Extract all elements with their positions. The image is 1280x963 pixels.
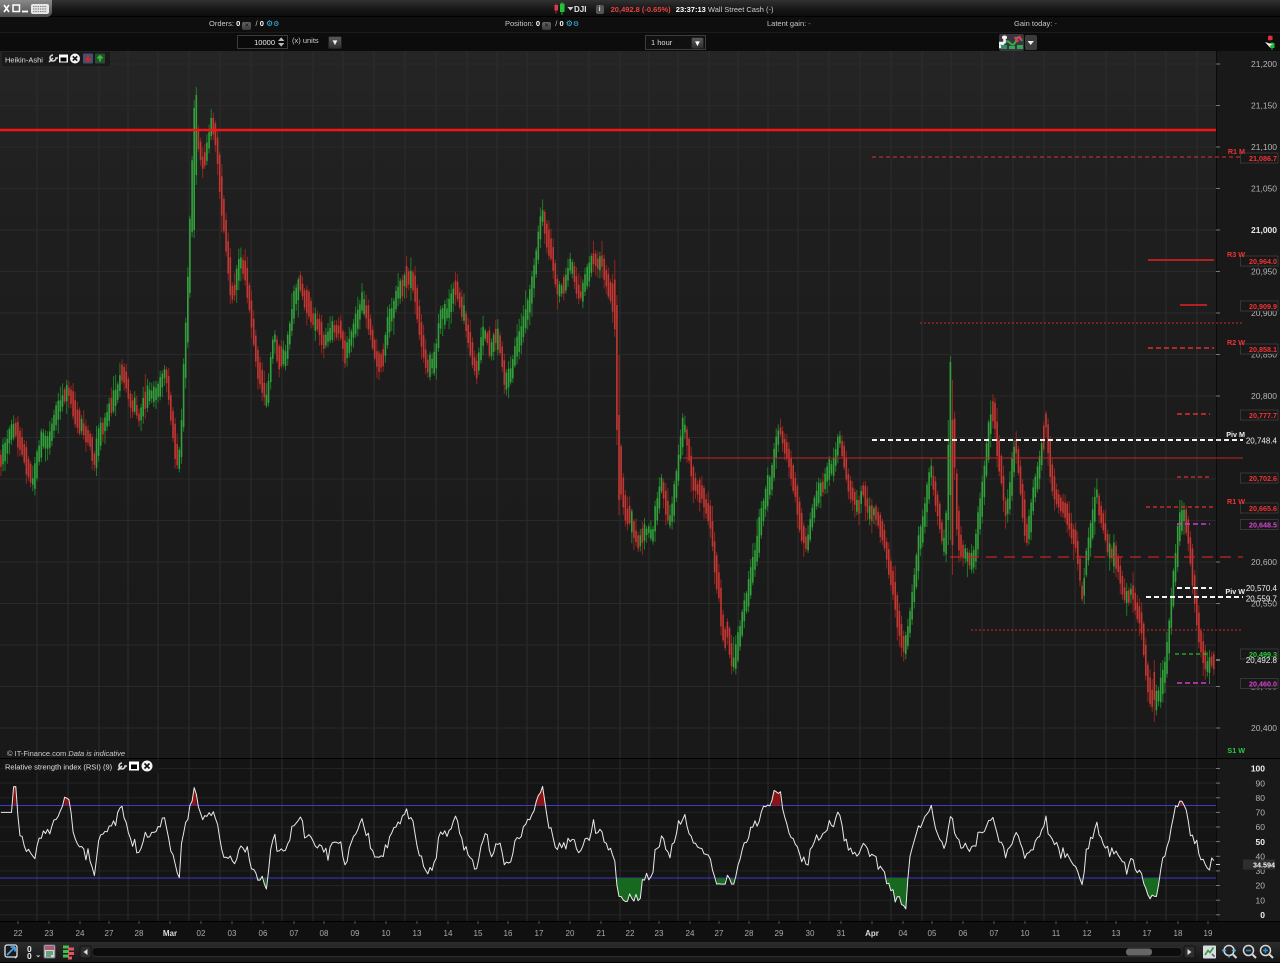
svg-text:30: 30 [806, 929, 815, 938]
svg-text:Apr: Apr [865, 929, 879, 938]
svg-text:20,492.8: 20,492.8 [1246, 656, 1278, 665]
svg-text:10: 10 [382, 929, 391, 938]
svg-text:21,050: 21,050 [1251, 184, 1277, 194]
svg-text:34.594: 34.594 [1253, 861, 1275, 870]
svg-text:21,150: 21,150 [1251, 101, 1277, 111]
svg-text:20,858.1: 20,858.1 [1249, 345, 1277, 354]
svg-text:20: 20 [1256, 881, 1266, 891]
svg-text:R1 M: R1 M [1228, 147, 1245, 156]
svg-text:22: 22 [626, 929, 635, 938]
svg-text:06: 06 [259, 929, 268, 938]
svg-text:21,000: 21,000 [1251, 225, 1277, 235]
svg-text:21: 21 [597, 929, 606, 938]
svg-text:20,559.7: 20,559.7 [1246, 595, 1278, 604]
svg-text:R3 W: R3 W [1227, 250, 1245, 259]
svg-text:17: 17 [1143, 929, 1152, 938]
svg-text:70: 70 [1256, 808, 1266, 818]
svg-text:Piv W: Piv W [1225, 587, 1245, 596]
svg-text:05: 05 [928, 929, 937, 938]
svg-text:13: 13 [1112, 929, 1121, 938]
svg-text:R2 W: R2 W [1227, 338, 1245, 347]
svg-text:20,800: 20,800 [1251, 391, 1277, 401]
svg-text:20,570.4: 20,570.4 [1246, 584, 1278, 593]
svg-text:02: 02 [197, 929, 206, 938]
svg-text:20,648.5: 20,648.5 [1249, 520, 1277, 529]
svg-text:17: 17 [535, 929, 544, 938]
svg-text:07: 07 [990, 929, 999, 938]
svg-text:22: 22 [14, 929, 23, 938]
svg-text:15: 15 [474, 929, 483, 938]
svg-text:27: 27 [715, 929, 724, 938]
svg-text:28: 28 [745, 929, 754, 938]
svg-text:10: 10 [1256, 895, 1266, 905]
svg-text:21,086.7: 21,086.7 [1249, 154, 1277, 163]
svg-text:16: 16 [504, 929, 513, 938]
svg-text:20,665.6: 20,665.6 [1249, 504, 1277, 513]
svg-text:07: 07 [290, 929, 299, 938]
svg-text:S1 W: S1 W [1227, 746, 1245, 755]
svg-text:27: 27 [105, 929, 114, 938]
svg-text:09: 09 [351, 929, 360, 938]
svg-text:19: 19 [1204, 929, 1213, 938]
svg-text:20,748.4: 20,748.4 [1246, 437, 1278, 446]
svg-text:31: 31 [837, 929, 846, 938]
svg-text:Mar: Mar [163, 929, 177, 938]
svg-text:90: 90 [1256, 778, 1266, 788]
svg-text:20,460.0: 20,460.0 [1249, 679, 1277, 688]
svg-text:21,100: 21,100 [1251, 142, 1277, 152]
svg-text:Piv M: Piv M [1226, 430, 1245, 439]
svg-text:80: 80 [1256, 793, 1266, 803]
svg-text:20,964.0: 20,964.0 [1249, 257, 1277, 266]
svg-text:60: 60 [1256, 822, 1266, 832]
svg-text:20,600: 20,600 [1251, 557, 1277, 567]
svg-text:20,950: 20,950 [1251, 267, 1277, 277]
svg-text:24: 24 [686, 929, 695, 938]
svg-text:21,200: 21,200 [1251, 59, 1277, 69]
svg-text:20,909.9: 20,909.9 [1249, 302, 1277, 311]
svg-text:R1 W: R1 W [1227, 497, 1245, 506]
svg-text:10: 10 [1021, 929, 1030, 938]
svg-text:24: 24 [76, 929, 85, 938]
svg-text:04: 04 [899, 929, 908, 938]
svg-text:12: 12 [1083, 929, 1092, 938]
svg-text:20: 20 [566, 929, 575, 938]
svg-text:20,702.6: 20,702.6 [1249, 474, 1277, 483]
svg-text:28: 28 [135, 929, 144, 938]
svg-text:23: 23 [45, 929, 54, 938]
svg-text:0: 0 [1260, 910, 1265, 920]
svg-text:23: 23 [655, 929, 664, 938]
svg-text:© IT-Finance.com Data is indic: © IT-Finance.com Data is indicative [7, 749, 125, 758]
svg-text:08: 08 [320, 929, 329, 938]
svg-text:0: 0 [27, 951, 32, 961]
svg-text:100: 100 [1251, 764, 1265, 774]
svg-text:03: 03 [228, 929, 237, 938]
svg-text:11: 11 [1052, 929, 1061, 938]
svg-text:20,400: 20,400 [1251, 723, 1277, 733]
svg-text:20,777.7: 20,777.7 [1249, 411, 1277, 420]
svg-text:50: 50 [1256, 837, 1266, 847]
svg-text:18: 18 [1174, 929, 1183, 938]
svg-text:29: 29 [775, 929, 784, 938]
svg-text:06: 06 [959, 929, 968, 938]
svg-text:14: 14 [444, 929, 453, 938]
svg-text:13: 13 [413, 929, 422, 938]
